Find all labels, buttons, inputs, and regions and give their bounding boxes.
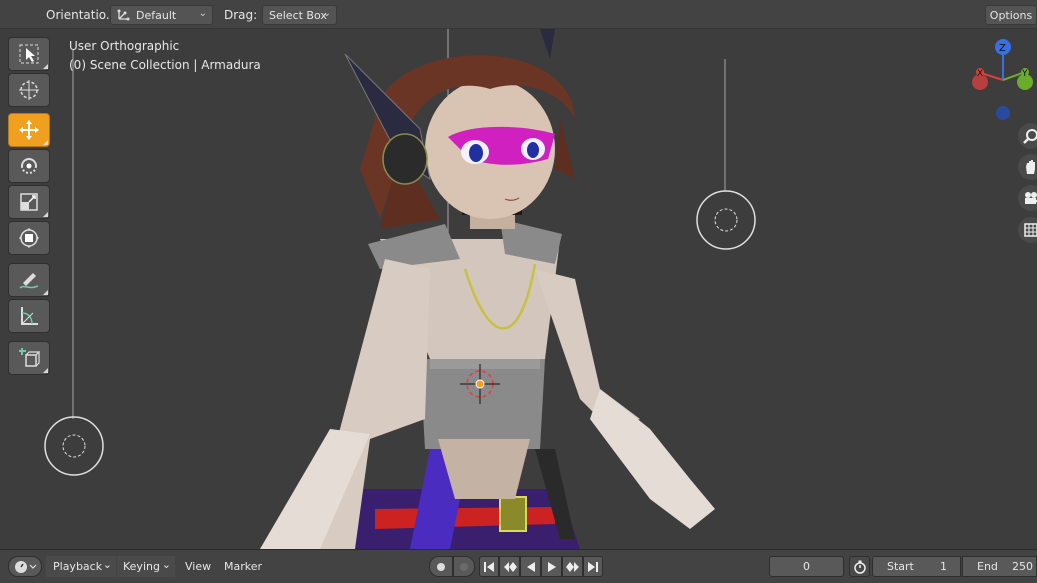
clock-icon [15, 560, 37, 573]
add-cube-tool[interactable] [8, 341, 50, 375]
jump-start-icon [484, 561, 494, 572]
jump-end-button[interactable] [583, 556, 603, 577]
annotate-tool[interactable] [8, 263, 50, 297]
current-frame-field[interactable]: 0 [769, 556, 844, 577]
play-reverse-button[interactable] [520, 556, 541, 577]
prev-keyframe-icon [503, 561, 517, 572]
end-label: End [977, 560, 998, 573]
3d-viewport[interactable]: User Orthographic (0) Scene Collection |… [0, 29, 1037, 549]
rotate-tool[interactable] [8, 149, 50, 183]
select-box-icon [19, 44, 39, 64]
play-reverse-icon [526, 561, 535, 572]
play-button[interactable] [541, 556, 562, 577]
orientation-value: Default [136, 8, 177, 22]
prev-keyframe-button[interactable] [499, 556, 520, 577]
play-icon [547, 561, 556, 572]
orientation-icon [116, 7, 132, 26]
view-menu[interactable]: View [185, 560, 211, 573]
chevron-down-icon: ⌄ [198, 8, 207, 19]
cursor-icon [19, 80, 39, 100]
zoom-icon[interactable] [1018, 123, 1037, 149]
keying-menu[interactable]: Keying ⌄ [117, 556, 175, 577]
grid-view-icon[interactable] [1018, 217, 1037, 243]
playback-label: Playback [53, 560, 103, 573]
view-name: User Orthographic [69, 39, 180, 53]
marker-menu[interactable]: Marker [224, 560, 262, 573]
transform-icon [19, 228, 39, 248]
submenu-indicator [43, 64, 48, 69]
gizmo-z-label: Z [999, 43, 1006, 54]
rotate-icon [21, 158, 37, 174]
submenu-indicator [43, 368, 48, 373]
move-icon [19, 120, 39, 140]
next-keyframe-icon [565, 561, 579, 572]
transform-tool[interactable] [8, 221, 50, 255]
start-label: Start [887, 560, 914, 573]
keyframe-type-button[interactable] [453, 556, 475, 577]
start-value: 1 [940, 560, 947, 573]
stopwatch-icon [853, 560, 866, 574]
measure-icon [21, 307, 38, 325]
playback-menu[interactable]: Playback ⌄ [46, 556, 116, 577]
end-frame-field[interactable]: End 250 [962, 556, 1037, 577]
viewport-header: Orientatio... Default ⌄ Drag: Select Box… [0, 0, 1037, 29]
move-tool[interactable] [8, 113, 50, 147]
keying-label: Keying [123, 560, 160, 573]
record-icon [437, 562, 445, 571]
jump-end-icon [588, 561, 598, 572]
select-box-tool[interactable] [8, 37, 50, 71]
next-keyframe-button[interactable] [562, 556, 583, 577]
drag-label: Drag: [224, 8, 258, 22]
chevron-down-icon: ⌄ [102, 558, 112, 571]
collection-info: (0) Scene Collection | Armadura [69, 58, 261, 72]
drag-dropdown[interactable]: Select Box ⌄ [262, 5, 337, 25]
preview-range-button[interactable] [849, 556, 870, 577]
navigation-gizmo[interactable]: Z Y X [967, 35, 1037, 125]
keyframe-dot-icon [460, 562, 468, 571]
submenu-indicator [43, 140, 48, 145]
scale-icon [20, 193, 38, 211]
submenu-indicator [43, 290, 48, 295]
chevron-down-icon: ⌄ [161, 558, 171, 571]
record-button[interactable] [429, 556, 453, 577]
options-label: Options [989, 8, 1033, 22]
gizmo-y-label: Y [1021, 69, 1028, 79]
measure-tool[interactable] [8, 299, 50, 333]
options-button[interactable]: Options [985, 5, 1037, 25]
add-cube-icon [19, 348, 40, 367]
scene-render [44, 29, 756, 549]
end-value: 250 [1012, 560, 1033, 573]
submenu-indicator [43, 212, 48, 217]
scale-tool[interactable] [8, 185, 50, 219]
jump-start-button[interactable] [479, 556, 499, 577]
orientation-dropdown[interactable]: Default ⌄ [110, 5, 213, 25]
pan-hand-icon[interactable] [1018, 154, 1037, 180]
gizmo-x-label: X [977, 69, 983, 79]
chevron-down-icon: ⌄ [322, 8, 331, 19]
camera-icon[interactable] [1018, 185, 1037, 211]
annotate-icon [19, 273, 39, 289]
drag-value: Select Box [269, 8, 327, 22]
orientation-label: Orientatio... [46, 8, 118, 22]
timeline-header: Playback ⌄ Keying ⌄ View Marker 0 Start … [0, 549, 1037, 583]
start-frame-field[interactable]: Start 1 [872, 556, 961, 577]
editor-type-button[interactable] [8, 556, 42, 577]
cursor-tool[interactable] [8, 73, 50, 107]
current-frame-value: 0 [803, 560, 810, 573]
